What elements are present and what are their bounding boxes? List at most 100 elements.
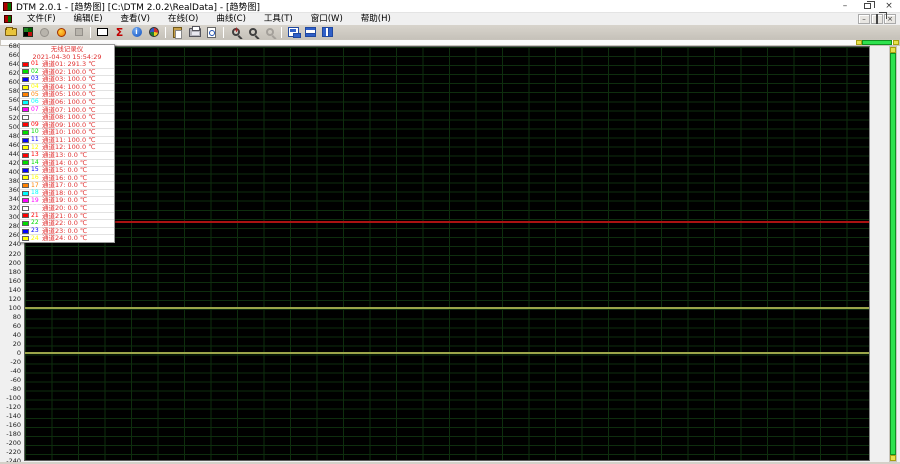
channel-color-swatch <box>22 145 29 150</box>
channel-value: 通道12: 100.0 ℃ <box>42 144 96 151</box>
device-data-icon-button[interactable] <box>19 26 36 39</box>
hslider-right-cap[interactable] <box>893 40 899 45</box>
series-line <box>25 352 869 354</box>
record-icon-button[interactable] <box>53 26 70 39</box>
channel-number: 06 <box>31 99 42 105</box>
vslider-thumb[interactable] <box>890 53 896 455</box>
y-axis-label: 20 <box>13 340 21 348</box>
mdi-minimize-button[interactable]: – <box>858 14 870 24</box>
open-file-icon-button[interactable] <box>2 26 19 39</box>
tile-horizontal-icon <box>305 27 316 37</box>
channel-color-swatch <box>22 130 29 135</box>
stop-icon <box>40 28 49 37</box>
series-line <box>25 221 869 223</box>
channel-value: 通道15: 0.0 ℃ <box>42 167 87 174</box>
pause-icon <box>75 28 83 36</box>
y-axis-label: -140 <box>6 412 21 420</box>
y-axis-label: -80 <box>10 385 21 393</box>
y-axis-label: 220 <box>9 250 21 258</box>
menu-edit[interactable]: 编辑(E) <box>65 13 112 25</box>
channel-number: 21 <box>31 213 42 219</box>
vertical-zoom-slider[interactable] <box>889 46 897 462</box>
channel-number: 19 <box>31 198 42 204</box>
channel-number: 14 <box>31 160 42 166</box>
channel-value: 通道17: 0.0 ℃ <box>42 182 87 189</box>
channel-value: 通道22: 0.0 ℃ <box>42 220 87 227</box>
channel-value: 通道03: 100.0 ℃ <box>42 76 96 83</box>
menu-help[interactable]: 帮助(H) <box>352 13 400 25</box>
channel-color-swatch <box>22 168 29 173</box>
menu-items: 文件(F)编辑(E)查看(V)在线(O)曲线(C)工具(T)窗口(W)帮助(H) <box>18 13 400 25</box>
pie-chart-icon-button[interactable] <box>145 26 162 39</box>
window-title: DTM 2.0.1 - [趋势图] [C:\DTM 2.0.2\RealData… <box>16 0 834 13</box>
close-button[interactable]: × <box>878 0 900 13</box>
zoom-icon <box>249 28 257 36</box>
channel-number: 05 <box>31 92 42 98</box>
app-window: DTM 2.0.1 - [趋势图] [C:\DTM 2.0.2\RealData… <box>0 0 900 464</box>
channel-number: 04 <box>31 84 42 90</box>
menu-view[interactable]: 查看(V) <box>112 13 159 25</box>
y-axis-label: -180 <box>6 430 21 438</box>
toolbar-separator <box>281 27 282 38</box>
channel-color-swatch <box>22 115 29 120</box>
channel-value: 通道08: 100.0 ℃ <box>42 114 96 121</box>
print-icon-button[interactable] <box>186 26 203 39</box>
channel-value: 通道13: 0.0 ℃ <box>42 152 87 159</box>
legend-rows: 01通道01: 291.3 ℃02通道02: 100.0 ℃03通道03: 10… <box>20 61 114 242</box>
toolbar-separator <box>90 27 91 38</box>
pie-chart-icon <box>149 27 159 37</box>
legend-panel[interactable]: 无线记录仪 2021-04-30 15:54:29 01通道01: 291.3 … <box>19 44 115 243</box>
channel-number: 13 <box>31 152 42 158</box>
channel-number: 03 <box>31 76 42 82</box>
mdi-window-controls: – × <box>858 14 900 24</box>
info-icon-button[interactable]: i <box>128 26 145 39</box>
channel-number: 01 <box>31 61 42 67</box>
channel-color-swatch <box>22 191 29 196</box>
channel-number: 15 <box>31 167 42 173</box>
menu-tools[interactable]: 工具(T) <box>255 13 302 25</box>
region-select-icon-button[interactable] <box>94 26 111 39</box>
y-axis-label: 40 <box>13 331 21 339</box>
mdi-restore-button[interactable] <box>871 14 883 24</box>
chart-area: 6806606406206005805605405205004804604404… <box>0 46 900 462</box>
channel-color-swatch <box>22 221 29 226</box>
zoom-in-icon <box>232 28 240 36</box>
copy-icon-button[interactable] <box>169 26 186 39</box>
print-preview-icon-button[interactable] <box>203 26 220 39</box>
tile-horizontal-icon-button[interactable] <box>302 26 319 39</box>
y-axis-label: 120 <box>9 295 21 303</box>
menu-curve[interactable]: 曲线(C) <box>207 13 255 25</box>
plot-canvas[interactable] <box>24 46 870 461</box>
mdi-child-icon[interactable] <box>4 15 12 23</box>
restore-icon <box>864 3 871 9</box>
cascade-windows-icon-button[interactable] <box>285 26 302 39</box>
hslider-thumb[interactable] <box>862 40 892 45</box>
menu-window[interactable]: 窗口(W) <box>302 13 352 25</box>
zoom-icon-button[interactable] <box>244 26 261 39</box>
y-axis-label: -100 <box>6 394 21 402</box>
channel-number: 08 <box>31 114 42 120</box>
channel-number: 24 <box>31 236 42 242</box>
info-icon: i <box>132 27 142 37</box>
menu-file[interactable]: 文件(F) <box>18 13 65 25</box>
y-axis-label: 140 <box>9 286 21 294</box>
tile-vertical-icon-button[interactable] <box>319 26 336 39</box>
channel-color-swatch <box>22 77 29 82</box>
title-bar: DTM 2.0.1 - [趋势图] [C:\DTM 2.0.2\RealData… <box>0 0 900 13</box>
sum-icon-button[interactable]: Σ <box>111 26 128 39</box>
y-axis-label: 100 <box>9 304 21 312</box>
channel-color-swatch <box>22 206 29 211</box>
y-axis-label: 200 <box>9 259 21 267</box>
vslider-bottom-cap[interactable] <box>890 455 896 461</box>
minimize-button[interactable]: – <box>834 0 856 13</box>
horizontal-zoom-slider[interactable] <box>0 39 900 46</box>
channel-color-swatch <box>22 69 29 74</box>
restore-button[interactable] <box>856 0 878 13</box>
y-axis-label: 80 <box>13 313 21 321</box>
channel-color-swatch <box>22 92 29 97</box>
menu-online[interactable]: 在线(O) <box>159 13 207 25</box>
tile-vertical-icon <box>322 27 333 37</box>
zoom-in-icon-button[interactable] <box>227 26 244 39</box>
channel-color-swatch <box>22 122 29 127</box>
channel-color-swatch <box>22 183 29 188</box>
